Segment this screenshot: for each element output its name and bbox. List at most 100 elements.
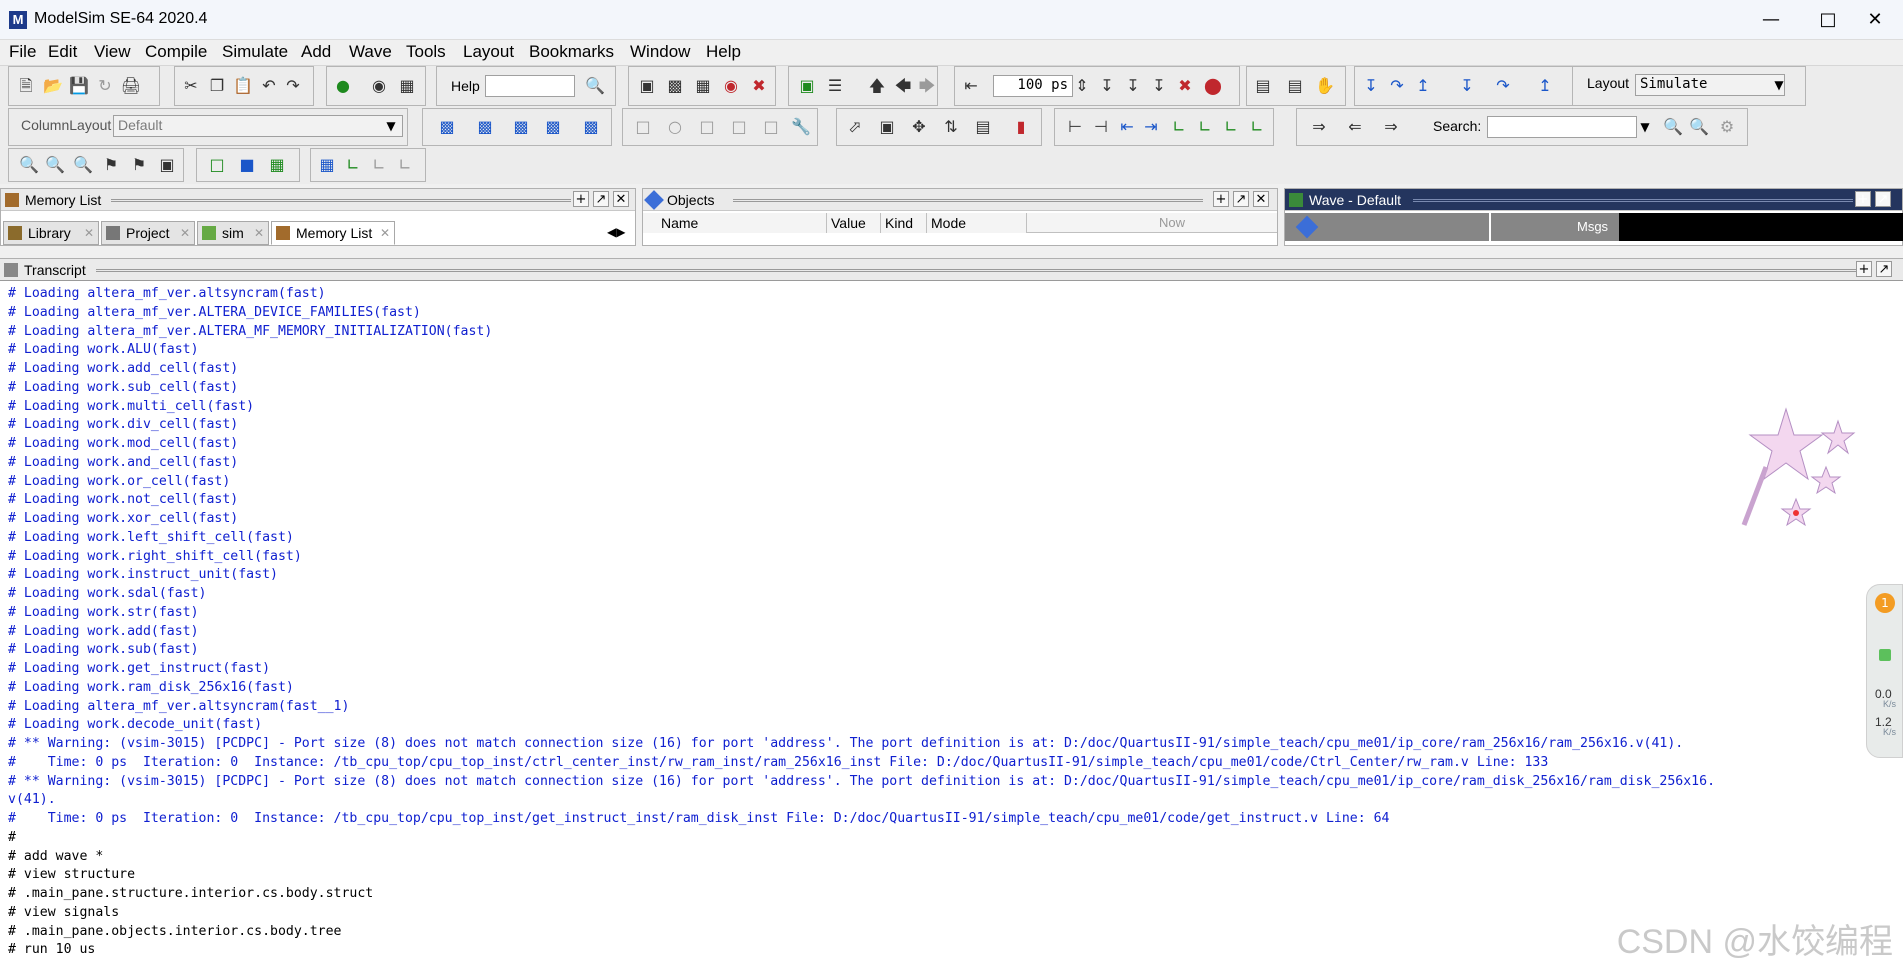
- menu-simulate[interactable]: Simulate: [222, 42, 288, 62]
- back-arrow-icon[interactable]: 🡄: [891, 74, 915, 98]
- zoom-range-icon[interactable]: ▣: [155, 153, 179, 177]
- panel-undock-icon[interactable]: ↗: [1233, 191, 1249, 207]
- column-mode[interactable]: Mode: [927, 213, 1027, 233]
- zoom-between-cursors-icon[interactable]: ⚑: [127, 153, 151, 177]
- select-pointer-icon[interactable]: ⬀: [843, 115, 867, 139]
- tab-close-icon[interactable]: ✕: [380, 222, 390, 244]
- tab-memory-list[interactable]: Memory List ✕: [271, 221, 395, 245]
- wave-divider[interactable]: [1489, 213, 1491, 241]
- network-widget[interactable]: 1 0.0 K/s 1.2 K/s: [1866, 584, 1903, 758]
- restart-icon[interactable]: ⇤: [959, 74, 983, 98]
- minimize-button[interactable]: —: [1743, 0, 1799, 40]
- save-icon[interactable]: 💾: [67, 74, 91, 98]
- help-search-icon[interactable]: 🔍: [583, 74, 607, 98]
- column-name[interactable]: Name: [643, 213, 827, 233]
- run-all-icon[interactable]: ↧: [1147, 74, 1171, 98]
- panel-add-icon[interactable]: +: [573, 191, 589, 207]
- run-length-spinner-icon[interactable]: ⇕: [1075, 74, 1089, 98]
- simulate-icon[interactable]: ◉: [719, 74, 743, 98]
- search-input[interactable]: [1487, 116, 1637, 138]
- transcript-text[interactable]: # Loading altera_mf_ver.altsyncram(fast)…: [8, 285, 1888, 960]
- column-kind[interactable]: Kind: [881, 213, 927, 233]
- insert-cursor-icon[interactable]: ▤: [971, 115, 995, 139]
- menu-tools[interactable]: Tools: [406, 42, 446, 62]
- copy-icon[interactable]: ❐: [205, 74, 229, 98]
- compress-time-icon[interactable]: ∟: [367, 153, 391, 177]
- coverage-bracket-icon[interactable]: □: [727, 115, 751, 139]
- panel-grip[interactable]: [733, 199, 1203, 202]
- coverage-wrench-icon[interactable]: 🔧: [789, 115, 813, 139]
- compile-out-of-date-icon[interactable]: ▦: [691, 74, 715, 98]
- tab-sim[interactable]: sim ✕: [197, 221, 269, 245]
- coverage-all-icon[interactable]: □: [759, 115, 783, 139]
- zoom-cursor-icon[interactable]: ⚑: [99, 153, 123, 177]
- signal-box-icon[interactable]: ■: [235, 153, 259, 177]
- menu-help[interactable]: Help: [706, 42, 741, 62]
- undo-icon[interactable]: ↶: [257, 74, 281, 98]
- step-out-icon[interactable]: ↥: [1411, 74, 1435, 98]
- cut-icon[interactable]: ✂: [179, 74, 203, 98]
- panel-add-icon[interactable]: +: [1856, 261, 1872, 277]
- signal-format-icon[interactable]: □: [205, 153, 229, 177]
- close-button[interactable]: ✕: [1847, 0, 1903, 40]
- traffic-light-icon[interactable]: ▮: [1009, 115, 1033, 139]
- signal-grid-icon[interactable]: ▦: [265, 153, 289, 177]
- run-icon[interactable]: ↧: [1095, 74, 1119, 98]
- continue-run-icon[interactable]: ↧: [1121, 74, 1145, 98]
- menu-view[interactable]: View: [94, 42, 131, 62]
- falling-edge-icon[interactable]: ∟: [1193, 115, 1217, 139]
- add-to-list-icon[interactable]: ▩: [473, 115, 497, 139]
- previous-rising-icon[interactable]: ∟: [1219, 115, 1243, 139]
- pan-icon[interactable]: ✥: [907, 115, 931, 139]
- now-label[interactable]: Now: [1159, 215, 1185, 230]
- search-icon[interactable]: 🔍: [1661, 115, 1685, 139]
- zoom-out-icon[interactable]: 🔍: [43, 153, 67, 177]
- menu-edit[interactable]: Edit: [48, 42, 77, 62]
- hand-icon[interactable]: ✋: [1313, 74, 1337, 98]
- next-edge-icon[interactable]: ⇥: [1139, 115, 1163, 139]
- wave-canvas[interactable]: [1619, 213, 1903, 241]
- tab-close-icon[interactable]: ✕: [254, 222, 264, 244]
- menu-bookmarks[interactable]: Bookmarks: [529, 42, 614, 62]
- dataflow-out-icon[interactable]: ⇐: [1343, 115, 1367, 139]
- add-to-log-icon[interactable]: ▩: [509, 115, 533, 139]
- menu-wave[interactable]: Wave: [349, 42, 392, 62]
- step-icon[interactable]: ☰: [823, 74, 847, 98]
- tab-scroll-icon[interactable]: ◀▶: [607, 225, 625, 239]
- next-falling-icon[interactable]: ∟: [1245, 115, 1269, 139]
- menu-file[interactable]: File: [9, 42, 36, 62]
- panel-add-icon[interactable]: +: [1855, 191, 1871, 207]
- step-into-current-icon[interactable]: ↧: [1455, 74, 1479, 98]
- redo-icon[interactable]: ↷: [281, 74, 305, 98]
- layout-select[interactable]: Simulate: [1635, 74, 1785, 96]
- menu-compile[interactable]: Compile: [145, 42, 207, 62]
- tab-close-icon[interactable]: ✕: [84, 222, 94, 244]
- search-dropdown-icon[interactable]: ▼: [1635, 116, 1655, 138]
- search-all-icon[interactable]: 🔍: [1687, 115, 1711, 139]
- compile-icon[interactable]: ▣: [635, 74, 659, 98]
- add-to-wave-icon[interactable]: ▩: [435, 115, 459, 139]
- break-icon[interactable]: ✖: [747, 74, 771, 98]
- dataflow-expand-icon[interactable]: ⇒: [1379, 115, 1403, 139]
- compile-all-icon[interactable]: ▩: [663, 74, 687, 98]
- cursor-icon[interactable]: ⇅: [939, 115, 963, 139]
- panel-grip[interactable]: [111, 199, 571, 202]
- menu-add[interactable]: Add: [301, 42, 331, 62]
- add-dataflow-icon[interactable]: ▩: [541, 115, 565, 139]
- paste-icon[interactable]: 📋: [231, 74, 255, 98]
- step-into-icon[interactable]: ↧: [1359, 74, 1383, 98]
- wave-tool-icon[interactable]: [1295, 215, 1319, 239]
- rising-edge-icon[interactable]: ∟: [1167, 115, 1191, 139]
- add-schematic-icon[interactable]: ▩: [579, 115, 603, 139]
- zoom-in-icon[interactable]: 🔍: [17, 153, 41, 177]
- step-over-current-icon[interactable]: ↷: [1491, 74, 1515, 98]
- menu-layout[interactable]: Layout: [463, 42, 514, 62]
- layout-dropdown-icon[interactable]: ▼: [1769, 74, 1789, 96]
- zoom-box-icon[interactable]: ▣: [875, 115, 899, 139]
- panel-close-icon[interactable]: ✕: [1253, 191, 1269, 207]
- coverage-i-icon[interactable]: □: [631, 115, 655, 139]
- up-arrow-icon[interactable]: 🡅: [865, 74, 889, 98]
- menu-window[interactable]: Window: [630, 42, 690, 62]
- notification-badge[interactable]: 1: [1875, 593, 1895, 613]
- find-previous-transition-icon[interactable]: ⊢: [1063, 115, 1087, 139]
